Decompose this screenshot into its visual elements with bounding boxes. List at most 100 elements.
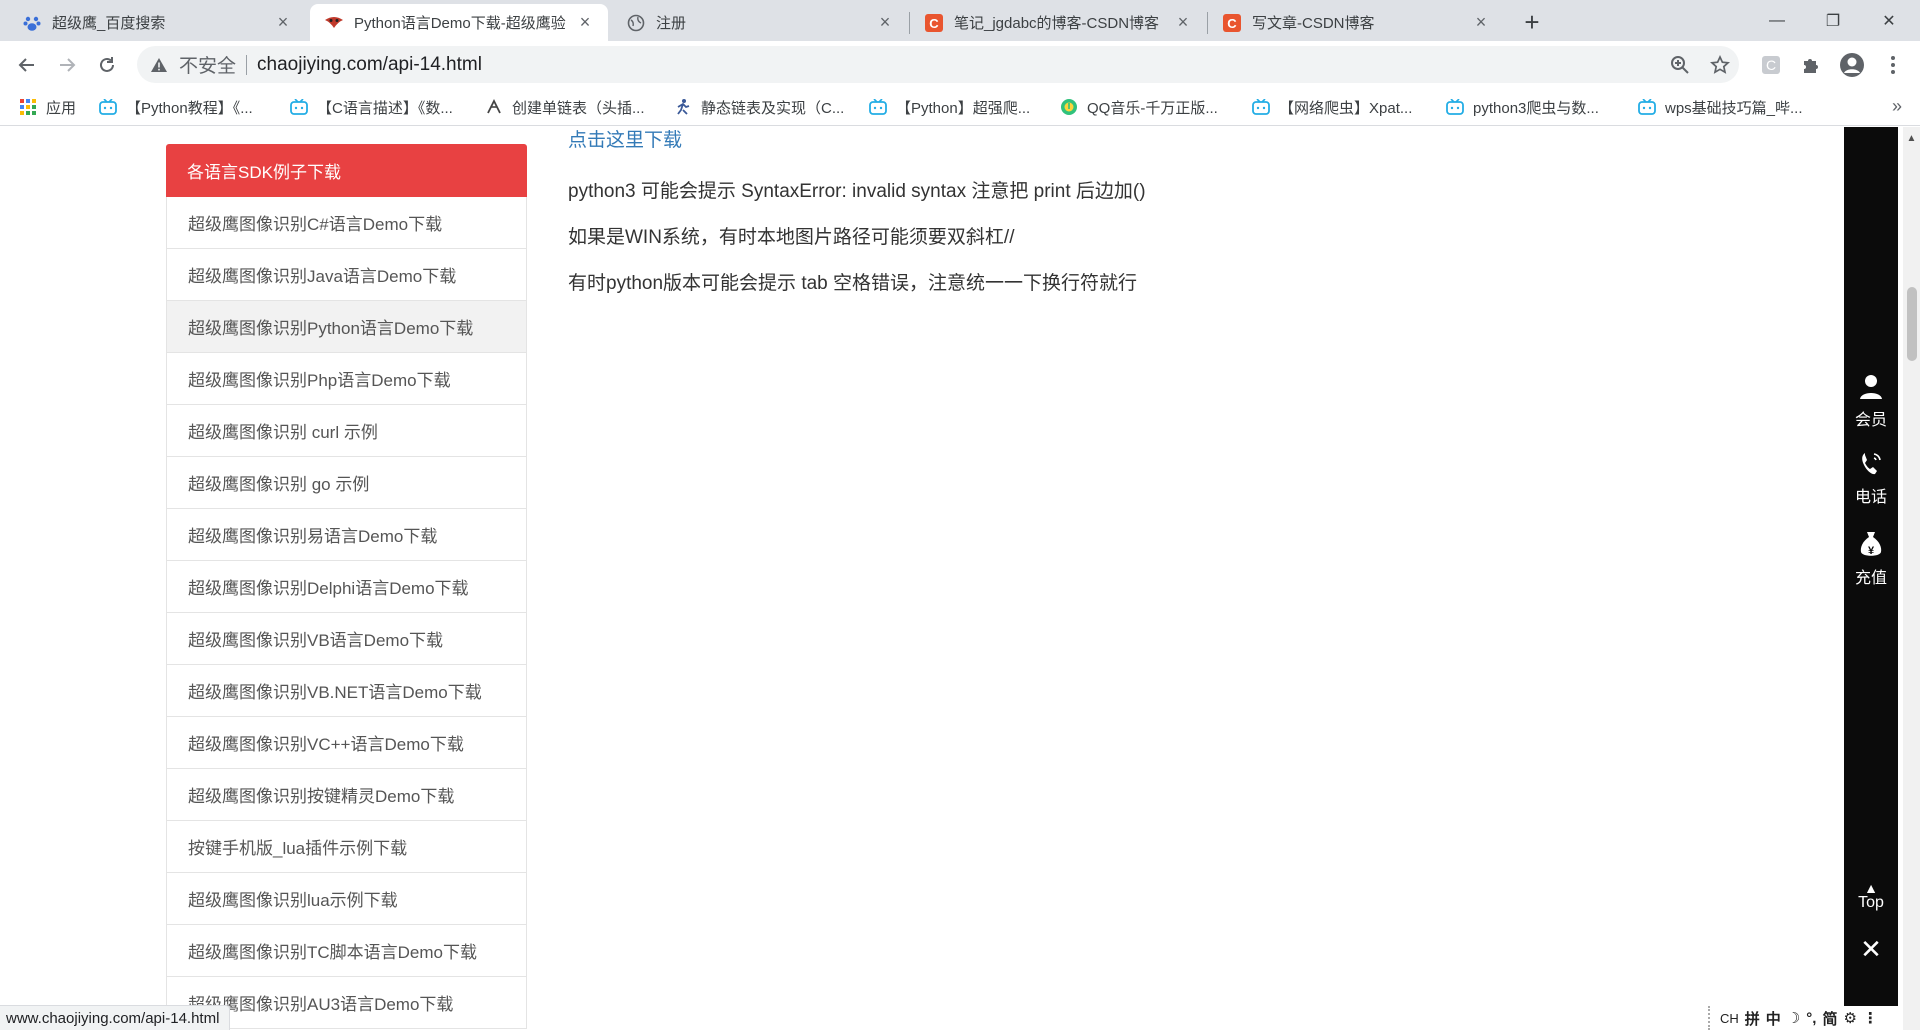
tab-csdn-write[interactable]: C 写文章-CSDN博客 × — [1208, 4, 1504, 41]
sidebar-item[interactable]: 超级鹰图像识别VC++语言Demo下载 — [166, 717, 527, 769]
bilibili-tv-icon — [1445, 97, 1465, 117]
bookmark-python-tutorial[interactable]: 【Python教程】《... — [98, 94, 253, 120]
close-tab-icon[interactable]: × — [274, 12, 292, 32]
bilibili-tv-icon — [98, 97, 118, 117]
ime-settings-icon[interactable]: ⚙ — [1843, 1009, 1856, 1027]
scroll-up-arrow-icon[interactable]: ▲ — [1903, 131, 1920, 145]
bookmark-wps-tips[interactable]: wps基础技巧篇_哔... — [1637, 94, 1803, 120]
scroll-thumb[interactable] — [1907, 287, 1917, 361]
ime-punctuation[interactable]: °, — [1806, 1010, 1816, 1027]
bookmarks-overflow-button[interactable]: » — [1892, 96, 1902, 117]
sidebar-item[interactable]: 超级鹰图像识别TC脚本语言Demo下载 — [166, 925, 527, 977]
bookmark-label: QQ音乐-千万正版... — [1087, 99, 1218, 117]
recharge-label: 充值 — [1854, 570, 1887, 587]
member-button[interactable]: 会员 — [1844, 372, 1898, 430]
tab-python-demo[interactable]: Python语言Demo下载-超级鹰验 × — [310, 4, 608, 41]
qqmusic-icon — [1059, 97, 1079, 117]
ime-pinyin[interactable]: 拼 — [1745, 1008, 1760, 1029]
ime-lang[interactable]: CH — [1720, 1011, 1739, 1026]
sidebar-item[interactable]: 按键手机版_lua插件示例下载 — [166, 821, 527, 873]
close-tab-icon[interactable]: × — [876, 12, 894, 32]
address-bar[interactable]: 不安全 chaojiying.com/api-14.html — [137, 46, 1739, 83]
bookmark-python-crawler[interactable]: 【Python】超强爬... — [868, 94, 1030, 120]
sidebar-item[interactable]: 超级鹰图像识别Python语言Demo下载 — [166, 301, 527, 353]
sidebar-item[interactable]: 超级鹰图像识别Java语言Demo下载 — [166, 249, 527, 301]
bookmark-web-crawler[interactable]: 【网络爬虫】Xpat... — [1251, 94, 1412, 120]
bookmark-python3-crawler[interactable]: python3爬虫与数... — [1445, 94, 1599, 120]
page-viewport: 各语言SDK例子下载 超级鹰图像识别C#语言Demo下载 超级鹰图像识别Java语… — [0, 127, 1920, 1030]
sidebar-item[interactable]: 超级鹰图像识别Php语言Demo下载 — [166, 353, 527, 405]
tab-register[interactable]: 注册 × — [612, 4, 908, 41]
phone-button[interactable]: 电话 — [1844, 449, 1898, 507]
baidu-paw-icon — [22, 13, 42, 33]
url-text[interactable]: chaojiying.com/api-14.html — [257, 54, 482, 76]
tab-title: 笔记_jgdabc的博客-CSDN博客 — [954, 15, 1160, 32]
bookmark-star-icon[interactable] — [1708, 53, 1732, 77]
close-panel-button[interactable]: ✕ — [1844, 934, 1898, 965]
sidebar-item[interactable]: 超级鹰图像识别易语言Demo下载 — [166, 509, 527, 561]
close-tab-icon[interactable]: × — [1174, 12, 1192, 32]
floating-service-panel: 会员 电话 ¥ 充值 ▲ Top ✕ — [1844, 127, 1898, 1030]
new-tab-button[interactable]: + — [1516, 6, 1548, 38]
back-button[interactable] — [10, 48, 44, 82]
reload-button[interactable] — [90, 48, 124, 82]
browser-toolbar: 不安全 chaojiying.com/api-14.html C — [0, 41, 1920, 88]
sidebar-item[interactable]: 超级鹰图像识别lua示例下载 — [166, 873, 527, 925]
ime-simplified[interactable]: 简 — [1822, 1008, 1837, 1029]
security-label[interactable]: 不安全 — [179, 51, 236, 78]
svg-text:C: C — [929, 16, 939, 31]
bilibili-tv-icon — [1251, 97, 1271, 117]
tab-baidu-search[interactable]: 超级鹰_百度搜索 × — [8, 4, 306, 41]
close-tab-icon[interactable]: × — [1472, 12, 1490, 32]
ime-more-icon[interactable]: ⋮ — [1863, 1009, 1878, 1027]
ime-halfwidth-icon[interactable]: ☽ — [1787, 1009, 1800, 1027]
sidebar-item[interactable]: 超级鹰图像识别C#语言Demo下载 — [166, 197, 527, 249]
apps-grid-icon — [18, 97, 38, 117]
chrome-menu-icon[interactable] — [1879, 51, 1907, 79]
link-status-bubble: www.chaojiying.com/api-14.html — [0, 1005, 231, 1030]
bookmark-qq-music[interactable]: QQ音乐-千万正版... — [1059, 94, 1218, 120]
sidebar-item[interactable]: 超级鹰图像识别 go 示例 — [166, 457, 527, 509]
extensions-puzzle-icon[interactable] — [1797, 51, 1825, 79]
bookmark-c-language[interactable]: 【C语言描述】《数... — [289, 94, 453, 120]
forward-button[interactable] — [50, 48, 84, 82]
bookmark-label: 【Python教程】《... — [126, 99, 253, 117]
sidebar-item[interactable]: 超级鹰图像识别VB.NET语言Demo下载 — [166, 665, 527, 717]
bookmark-static-list[interactable]: 静态链表及实现（C... — [673, 94, 844, 120]
bookmark-linked-list[interactable]: 创建单链表（头插... — [484, 94, 645, 120]
caret-up-icon: ▲ — [1864, 880, 1878, 896]
close-tab-icon[interactable]: × — [576, 12, 594, 32]
divider — [246, 54, 248, 75]
profile-avatar-icon[interactable] — [1838, 51, 1866, 79]
globe-icon — [626, 13, 646, 33]
bookmark-label: 应用 — [46, 99, 77, 117]
sidebar-item[interactable]: 超级鹰图像识别VB语言Demo下载 — [166, 613, 527, 665]
person-run-icon — [673, 97, 693, 117]
page-scrollbar[interactable]: ▲ — [1903, 127, 1920, 1030]
warning-triangle-icon[interactable] — [149, 55, 169, 75]
tab-csdn-notes[interactable]: C 笔记_jgdabc的博客-CSDN博客 × — [910, 4, 1206, 41]
restore-button[interactable]: ❐ — [1806, 0, 1860, 41]
bilibili-tv-icon — [289, 97, 309, 117]
recharge-button[interactable]: ¥ 充值 — [1844, 530, 1898, 588]
ime-chinese-mode[interactable]: 中 — [1766, 1008, 1781, 1029]
sidebar-item[interactable]: 超级鹰图像识别Delphi语言Demo下载 — [166, 561, 527, 613]
tab-title: 注册 — [656, 15, 687, 32]
tip-python3-syntax: python3 可能会提示 SyntaxError: invalid synta… — [568, 181, 1146, 202]
csdn-extension-icon[interactable]: C — [1757, 51, 1785, 79]
bookmark-label: 【网络爬虫】Xpat... — [1279, 99, 1413, 117]
forward-arrow-icon — [60, 58, 76, 72]
svg-text:C: C — [1227, 16, 1237, 31]
bookmark-label: wps基础技巧篇_哔... — [1665, 99, 1803, 117]
bookmark-label: 【C语言描述】《数... — [317, 99, 453, 117]
sidebar-item[interactable]: 超级鹰图像识别 curl 示例 — [166, 405, 527, 457]
close-window-button[interactable]: ✕ — [1862, 0, 1916, 41]
bookmark-apps[interactable]: 应用 — [18, 94, 76, 120]
minimize-button[interactable]: — — [1750, 0, 1804, 41]
sidebar-item[interactable]: 超级鹰图像识别按键精灵Demo下载 — [166, 769, 527, 821]
zoom-icon[interactable] — [1668, 53, 1692, 77]
tab-strip: 超级鹰_百度搜索 × Python语言Demo下载-超级鹰验 × 注册 × C … — [0, 0, 1920, 41]
download-link[interactable]: 点击这里下载 — [568, 127, 682, 152]
back-to-top-button[interactable]: ▲ Top — [1844, 880, 1898, 912]
back-arrow-icon — [18, 58, 34, 72]
